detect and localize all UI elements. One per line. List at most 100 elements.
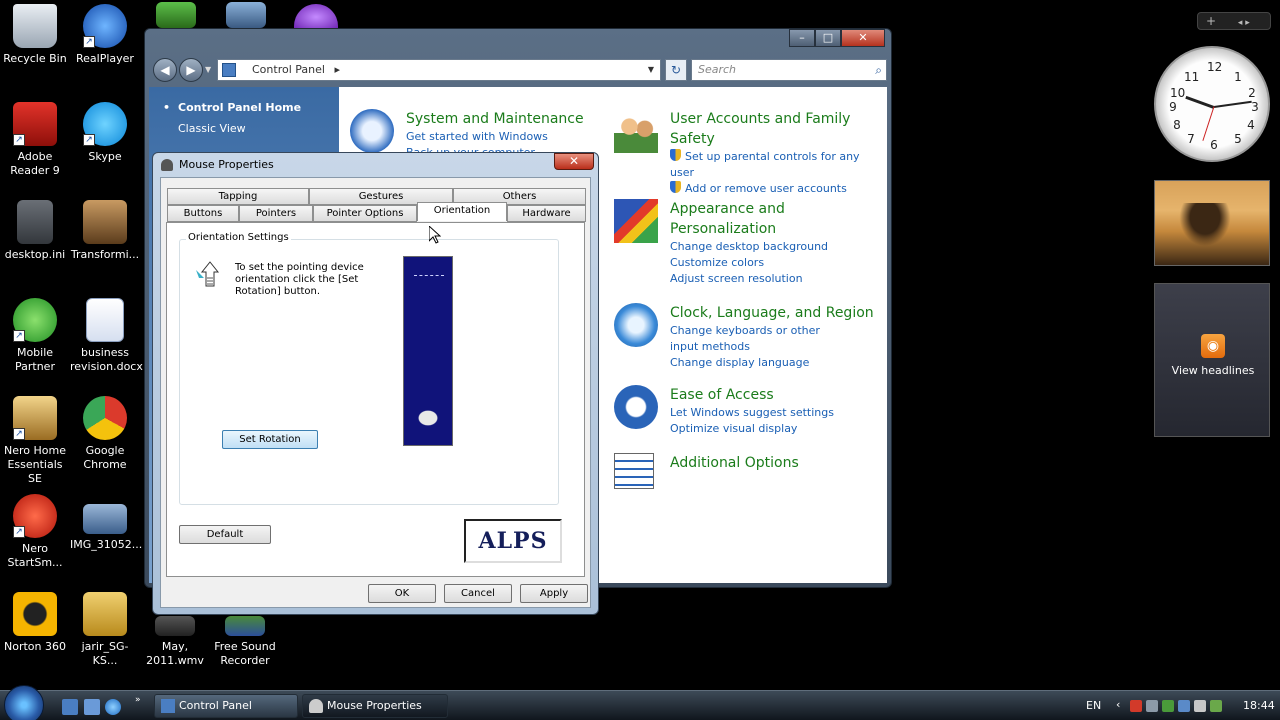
desktop-icon-img[interactable]: IMG_31052... (70, 494, 142, 552)
search-icon[interactable]: ⌕ (875, 63, 882, 77)
apply-button[interactable]: Apply (520, 584, 588, 603)
gadget-nav-arrows[interactable]: ◂ ▸ (1238, 18, 1250, 28)
group-label: Orientation Settings (186, 232, 291, 243)
category-title[interactable]: Clock, Language, and Region (670, 303, 875, 323)
ok-button[interactable]: OK (368, 584, 436, 603)
sidebar-item-control-panel-home[interactable]: Control Panel Home (163, 101, 325, 114)
recent-pages-dropdown[interactable]: ▼ (205, 65, 211, 74)
security-tray-icon[interactable] (1162, 700, 1174, 712)
show-desktop-icon[interactable] (62, 699, 78, 715)
search-input[interactable]: Search ⌕ (691, 59, 887, 81)
set-rotation-button[interactable]: Set Rotation (222, 430, 318, 449)
mouse-properties-dialog: Mouse Properties ✕ Tapping Gestures Othe… (152, 152, 599, 615)
volume-tray-icon[interactable] (1194, 700, 1206, 712)
partial-media-icon[interactable] (294, 4, 338, 30)
desktop-icon-label: desktop.ini (4, 248, 66, 261)
alps-logo-text: ALPS (478, 528, 548, 554)
default-button[interactable]: Default (179, 525, 271, 544)
category-title[interactable]: System and Maintenance (406, 109, 606, 129)
back-button[interactable]: ◀ (153, 58, 177, 82)
internet-explorer-icon[interactable] (105, 699, 121, 715)
desktop-icon-label: Google Chrome (83, 444, 127, 471)
clock-number: 12 (1207, 60, 1223, 74)
close-button[interactable]: ✕ (841, 29, 885, 47)
category-link[interactable]: Add or remove user accounts (670, 181, 875, 197)
refresh-button[interactable]: ↻ (665, 59, 687, 81)
image-file-icon (83, 504, 127, 534)
category-appearance: Appearance and Personalization Change de… (614, 199, 875, 287)
forward-button[interactable]: ▶ (179, 58, 203, 82)
desktop-icon-free-sound-recorder[interactable]: Free Sound Recorder (210, 616, 280, 668)
address-dropdown-icon[interactable]: ▼ (648, 60, 654, 80)
norton-tray-icon[interactable] (1130, 700, 1142, 712)
cancel-button[interactable]: Cancel (444, 584, 512, 603)
clock-second-hand (1202, 106, 1215, 141)
mobile-partner-icon: ↗ (13, 298, 57, 342)
minimize-button[interactable]: – (789, 29, 815, 47)
desktop-icon-recycle-bin[interactable]: Recycle Bin (0, 4, 70, 66)
taskbar-button-control-panel[interactable]: Control Panel (154, 694, 298, 718)
desktop-icon-adobe-reader[interactable]: ↗ Adobe Reader 9 (0, 102, 70, 178)
desktop-icon-business-revision[interactable]: business revision.docx (70, 298, 143, 374)
category-link[interactable]: Change keyboards or other input methods (670, 323, 845, 355)
desktop-icon-skype[interactable]: ↗ Skype (70, 102, 140, 164)
network-tray-icon[interactable] (1178, 700, 1190, 712)
chrome-icon (83, 396, 127, 440)
category-link[interactable]: Change desktop background (670, 239, 875, 255)
category-link[interactable]: Change display language (670, 355, 875, 371)
address-bar[interactable]: Control Panel ▸ ▼ (217, 59, 661, 81)
tab-buttons[interactable]: Buttons (167, 205, 239, 222)
taskbar-button-mouse-properties[interactable]: Mouse Properties (302, 694, 448, 718)
tab-pointers[interactable]: Pointers (239, 205, 313, 222)
category-link[interactable]: Optimize visual display (670, 421, 875, 437)
tab-orientation[interactable]: Orientation (417, 202, 507, 221)
desktop-icon-desktop-ini[interactable]: desktop.ini (0, 200, 70, 262)
clock-time[interactable]: 18:44 (1243, 699, 1275, 712)
desktop-icon-jarir[interactable]: jarir_SG-KS... (70, 592, 140, 668)
sidebar-item-classic-view[interactable]: Classic View (163, 122, 325, 135)
start-button[interactable] (4, 685, 44, 720)
category-link[interactable]: Customize colors (670, 255, 875, 271)
switch-windows-icon[interactable] (84, 699, 100, 715)
desktop-icon-google-chrome[interactable]: Google Chrome (70, 396, 140, 472)
desktop-icon-norton-360[interactable]: Norton 360 (0, 592, 70, 654)
slideshow-gadget[interactable] (1154, 180, 1270, 266)
desktop-icon-nero-startsmart[interactable]: ↗ Nero StartSm... (0, 494, 70, 570)
desktop-icon-mobile-partner[interactable]: ↗ Mobile Partner (0, 298, 70, 374)
category-link[interactable]: Get started with Windows (406, 129, 606, 145)
tab-hardware[interactable]: Hardware (507, 205, 586, 222)
desktop-icon-may-wmv[interactable]: May, 2011.wmv (140, 616, 210, 668)
partial-tools-icon[interactable] (226, 2, 266, 28)
category-title[interactable]: Ease of Access (670, 385, 875, 405)
desktop-icon-realplayer[interactable]: ↗ RealPlayer (70, 4, 140, 66)
battery-tray-icon[interactable] (1210, 700, 1222, 712)
quick-launch-expand-icon[interactable]: » (135, 695, 141, 705)
desktop-icon-nero-home[interactable]: ↗ Nero Home Essentials SE (0, 396, 70, 486)
category-title[interactable]: User Accounts and Family Safety (670, 109, 875, 149)
tray-expand-icon[interactable]: ‹ (1116, 698, 1120, 711)
language-indicator[interactable]: EN (1086, 699, 1101, 712)
taskbar-button-label: Control Panel (179, 699, 252, 712)
feed-headlines-gadget[interactable]: ◉ View headlines (1154, 283, 1270, 437)
tab-tapping[interactable]: Tapping (167, 188, 309, 205)
device-tray-icon[interactable] (1146, 700, 1158, 712)
nero-startsmart-icon: ↗ (13, 494, 57, 538)
mouse-cursor-icon (428, 224, 442, 248)
category-link[interactable]: Let Windows suggest settings (670, 405, 875, 421)
category-link[interactable]: Set up parental controls for any user (670, 149, 875, 181)
partial-desktop-icon[interactable] (156, 2, 196, 28)
tab-pointer-options[interactable]: Pointer Options (313, 205, 417, 222)
maximize-button[interactable]: □ (815, 29, 841, 47)
category-link-text: Set up parental controls for any user (670, 150, 860, 179)
add-gadget-button[interactable]: + (1206, 14, 1216, 28)
category-link[interactable]: Adjust screen resolution (670, 271, 875, 287)
category-clock-language-region: Clock, Language, and Region Change keybo… (614, 303, 875, 371)
desktop-icon-label: business revision.docx (70, 346, 143, 373)
desktop-icon-transformi[interactable]: Transformi... (70, 200, 140, 262)
category-title[interactable]: Additional Options (670, 453, 875, 473)
category-title[interactable]: Appearance and Personalization (670, 199, 875, 239)
breadcrumb-control-panel[interactable]: Control Panel (252, 63, 325, 76)
appearance-icon (614, 199, 658, 243)
breadcrumb-separator[interactable]: ▸ (334, 63, 340, 76)
dialog-close-button[interactable]: ✕ (554, 153, 594, 170)
